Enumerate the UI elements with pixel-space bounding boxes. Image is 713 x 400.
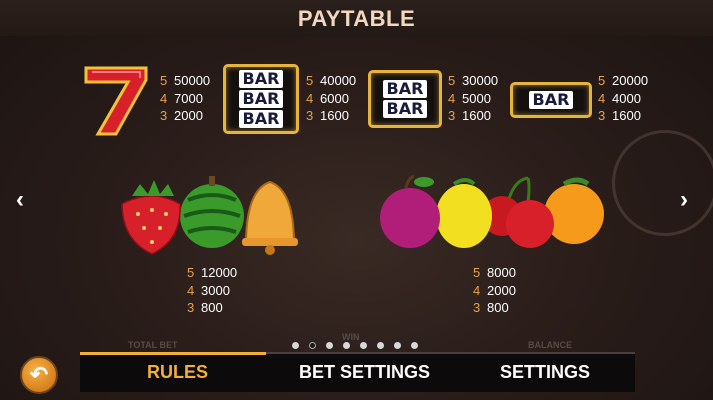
double-bar-symbol: BAR BAR — [368, 70, 442, 128]
triple-bar-symbol: BAR BAR BAR — [223, 64, 299, 134]
plum-icon — [380, 174, 440, 248]
page-dot[interactable] — [343, 342, 350, 349]
total-bet-label: TOTAL BET — [128, 340, 178, 350]
page-title: PAYTABLE — [297, 6, 416, 31]
back-arrow-icon[interactable]: ↶ — [20, 356, 58, 394]
tab-divider — [266, 352, 635, 354]
page-dot[interactable] — [411, 342, 418, 349]
pay-double-bar: 5 30000 4 5000 3 1600 — [448, 73, 499, 123]
tab-bet-settings[interactable]: BET SETTINGS — [299, 362, 430, 383]
pay-seven: 5 50000 4 7000 3 2000 — [160, 73, 211, 123]
single-bar-symbol: BAR — [510, 82, 592, 118]
chevron-left-icon[interactable]: ‹ — [16, 186, 24, 214]
page-dot-active[interactable] — [309, 342, 316, 349]
strawberry-watermelon-bell-icon — [121, 176, 298, 255]
lemon-icon — [436, 178, 492, 248]
pay-group-1: 5 12000 4 3000 3 800 — [187, 265, 238, 315]
page-dot[interactable] — [326, 342, 333, 349]
orange-icon — [544, 177, 604, 244]
win-label: WIN — [342, 332, 360, 342]
page-dot[interactable] — [394, 342, 401, 349]
balance-label: BALANCE — [528, 340, 572, 350]
tab-rules[interactable]: RULES — [147, 362, 208, 383]
bottom-nav: RULES BET SETTINGS SETTINGS — [80, 352, 635, 392]
pay-triple-bar: 5 40000 4 6000 3 1600 — [306, 73, 357, 123]
seven-symbol-icon — [84, 66, 148, 136]
pay-single-bar: 5 20000 4 4000 3 1600 — [598, 73, 649, 123]
page-dot[interactable] — [360, 342, 367, 349]
plum-lemon-cherry-orange-icon — [380, 174, 604, 248]
active-tab-indicator — [80, 352, 266, 355]
pagination-dots — [292, 342, 418, 349]
pay-group-2: 5 8000 4 2000 3 800 — [473, 265, 516, 315]
page-dot[interactable] — [377, 342, 384, 349]
strawberry-icon — [121, 180, 181, 255]
watermelon-icon — [180, 176, 244, 248]
bell-icon — [242, 180, 298, 255]
spin-button-ghost — [612, 130, 713, 236]
page-dot[interactable] — [292, 342, 299, 349]
tab-settings[interactable]: SETTINGS — [500, 362, 590, 383]
cherry-icon — [482, 176, 554, 248]
